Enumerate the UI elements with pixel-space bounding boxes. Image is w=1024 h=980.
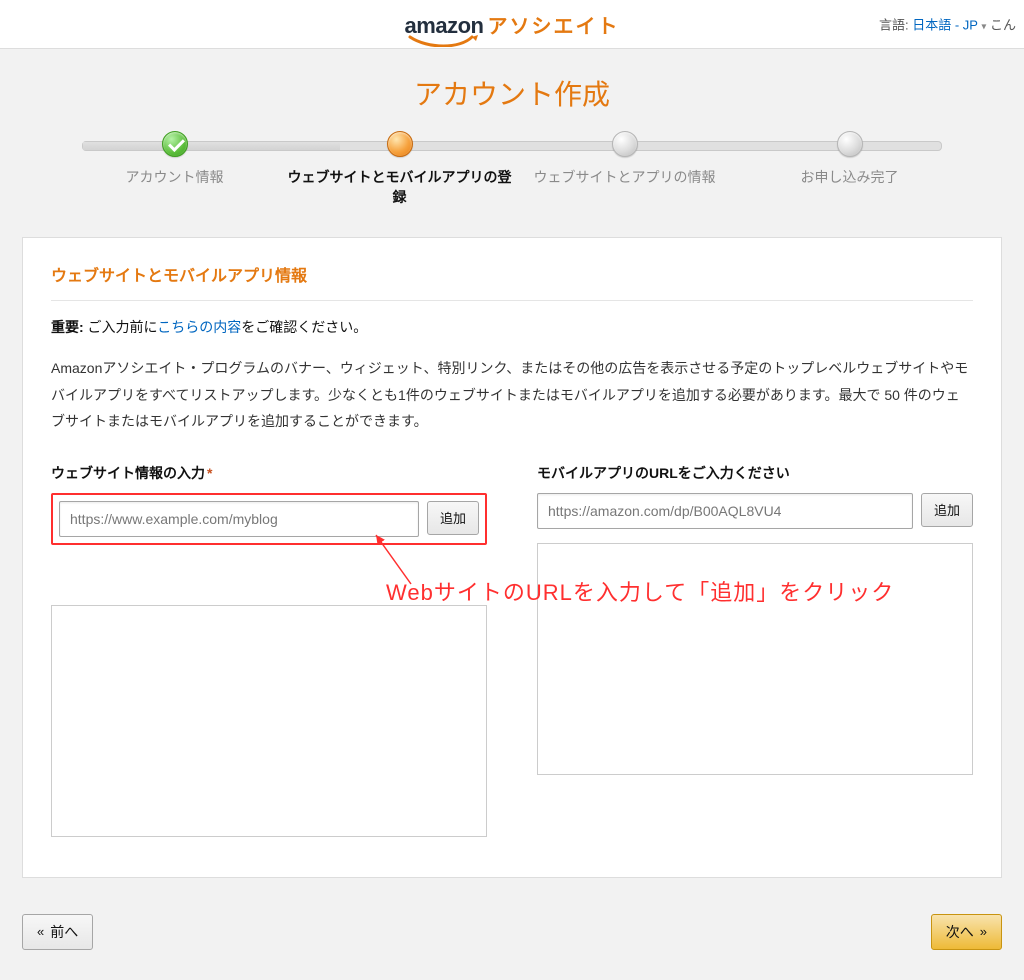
- step-website-register: ウェブサイトとモバイルアプリの登録: [287, 131, 512, 207]
- language-label: 言語:: [879, 18, 909, 33]
- greeting-text: こん: [990, 18, 1016, 33]
- page-title: アカウント作成: [22, 73, 1002, 113]
- prev-button[interactable]: « 前へ: [22, 914, 93, 950]
- form-card: ウェブサイトとモバイルアプリ情報 重要: ご入力前にこちらの内容をご確認ください…: [22, 237, 1002, 878]
- step-done-icon: [162, 131, 188, 157]
- step-current-icon: [387, 131, 413, 157]
- step-pending-icon: [612, 131, 638, 157]
- language-link: 日本語 - JP: [912, 18, 978, 33]
- brand-amazon: amazon: [405, 13, 484, 39]
- section-heading: ウェブサイトとモバイルアプリ情報: [51, 262, 973, 286]
- brand-logo[interactable]: amazon アソシエイト: [405, 10, 620, 39]
- chevron-left-icon: «: [37, 924, 44, 939]
- step-website-info: ウェブサイトとアプリの情報: [512, 131, 737, 207]
- chevron-right-icon: »: [980, 924, 987, 939]
- annotation-arrow-icon: [351, 529, 421, 589]
- topbar: amazon アソシエイト 言語: 日本語 - JP ▾ こん: [0, 0, 1024, 49]
- chevron-down-icon: ▾: [981, 22, 986, 33]
- notice-link[interactable]: こちらの内容: [157, 319, 241, 335]
- step-account-info: アカウント情報: [62, 131, 287, 207]
- amazon-smile-icon: [405, 35, 484, 45]
- step-pending-icon: [837, 131, 863, 157]
- app-add-button[interactable]: 追加: [921, 493, 973, 527]
- app-listbox[interactable]: [537, 543, 973, 775]
- website-column: ウェブサイト情報の入力* 追加 WebサイトのURLを入力して「追加」をクリ: [51, 463, 487, 837]
- divider: [51, 300, 973, 301]
- language-selector[interactable]: 言語: 日本語 - JP ▾ こん: [879, 15, 1016, 34]
- brand-sub: アソシエイト: [487, 10, 619, 39]
- website-listbox[interactable]: [51, 605, 487, 837]
- app-url-input[interactable]: [537, 493, 913, 529]
- progress-stepper: アカウント情報 ウェブサイトとモバイルアプリの登録 ウェブサイトとアプリの情報 …: [62, 131, 962, 207]
- website-label: ウェブサイト情報の入力*: [51, 463, 487, 483]
- app-column: モバイルアプリのURLをご入力ください 追加: [537, 463, 973, 837]
- important-notice: 重要: ご入力前にこちらの内容をご確認ください。: [51, 317, 973, 337]
- app-label: モバイルアプリのURLをご入力ください: [537, 463, 973, 483]
- section-description: Amazonアソシエイト・プログラムのバナー、ウィジェット、特別リンク、またはそ…: [51, 355, 973, 435]
- next-button[interactable]: 次へ »: [931, 914, 1002, 950]
- step-complete: お申し込み完了: [737, 131, 962, 207]
